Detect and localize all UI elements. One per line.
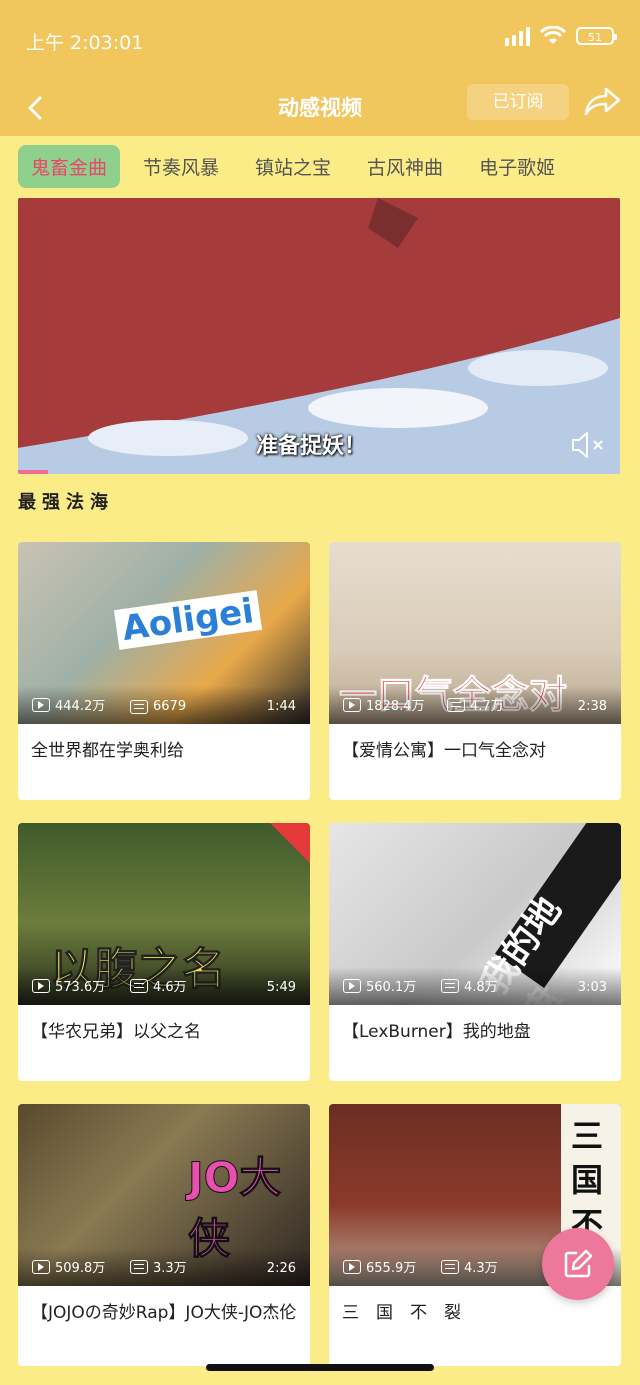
- danmaku-icon: [130, 1259, 148, 1274]
- mute-icon[interactable]: [570, 430, 606, 460]
- danmaku-count: 4.3万: [464, 1261, 498, 1276]
- video-thumbnail: JO大侠 509.8万 3.3万 2:26: [18, 1104, 310, 1286]
- video-duration: 5:49: [266, 980, 296, 995]
- corner-badge-icon: [270, 823, 310, 863]
- video-duration: 3:03: [577, 980, 607, 995]
- danmaku-icon: [447, 697, 465, 712]
- view-count: 1828.4万: [366, 699, 425, 714]
- thumbnail-meta: 444.2万 6679 1:44: [18, 686, 310, 724]
- signal-icon: [505, 26, 530, 46]
- thumbnail-meta: 573.6万 4.6万 5:49: [18, 967, 310, 1005]
- tab-ancient[interactable]: 古风神曲: [354, 145, 456, 188]
- hero-subtitle: 准备捉妖！: [256, 434, 367, 459]
- video-duration: 2:26: [266, 1261, 296, 1276]
- video-duration: 2:38: [577, 699, 607, 714]
- play-count-icon: [343, 697, 361, 712]
- home-indicator: [206, 1364, 434, 1371]
- status-icons: 51: [505, 26, 617, 46]
- video-title: 全世界都在学奥利给: [31, 741, 184, 761]
- danmaku-count: 4.7万: [470, 699, 504, 714]
- hero-video[interactable]: 准备捉妖！: [18, 198, 620, 474]
- video-title: 【LexBurner】我的地盘: [342, 1022, 531, 1042]
- danmaku-count: 4.6万: [153, 980, 187, 995]
- nav-bar: 动感视频 已订阅: [0, 80, 640, 136]
- play-count-icon: [32, 978, 50, 993]
- subscribe-button[interactable]: 已订阅: [467, 84, 569, 120]
- view-count: 655.9万: [366, 1261, 417, 1276]
- battery-icon: 51: [576, 27, 617, 45]
- play-count-icon: [343, 978, 361, 993]
- category-tabs: 鬼畜金曲 节奏风暴 镇站之宝 古风神曲 电子歌姬: [0, 136, 640, 196]
- video-duration: 1:44: [266, 699, 296, 714]
- edit-icon: [564, 1249, 593, 1278]
- view-count: 444.2万: [55, 699, 106, 714]
- play-count-icon: [343, 1259, 361, 1274]
- view-count: 509.8万: [55, 1261, 106, 1276]
- video-thumbnail: 我的地盘 560.1万 4.8万 3:03: [329, 823, 621, 1005]
- video-title: 【华农兄弟】以父之名: [31, 1022, 201, 1042]
- danmaku-count: 3.3万: [153, 1261, 187, 1276]
- danmaku-icon: [441, 978, 459, 993]
- thumbnail-meta: 509.8万 3.3万 2:26: [18, 1248, 310, 1286]
- wifi-icon: [540, 26, 566, 46]
- hero-progress-bar: [18, 470, 49, 474]
- status-bar: 上午 2:03:01 51: [0, 0, 640, 80]
- tab-vocaloid[interactable]: 电子歌姬: [466, 145, 568, 188]
- video-card[interactable]: JO大侠 509.8万 3.3万 2:26 【JOJOの奇妙Rap】JO大侠-J…: [18, 1104, 310, 1366]
- danmaku-icon: [441, 1259, 459, 1274]
- view-count: 560.1万: [366, 980, 417, 995]
- compose-button[interactable]: [542, 1228, 614, 1300]
- video-card[interactable]: 以腹之名 573.6万 4.6万 5:49 【华农兄弟】以父之名: [18, 823, 310, 1081]
- danmaku-icon: [130, 978, 148, 993]
- status-time: 上午 2:03:01: [26, 32, 144, 54]
- thumbnail-art-text: Aoligei: [113, 590, 263, 650]
- video-card[interactable]: 我的地盘 560.1万 4.8万 3:03 【LexBurner】我的地盘: [329, 823, 621, 1081]
- tab-rhythm[interactable]: 节奏风暴: [130, 145, 232, 188]
- video-thumbnail: 以腹之名 573.6万 4.6万 5:49: [18, 823, 310, 1005]
- video-title: 【爱情公寓】一口气全念对: [342, 741, 546, 761]
- video-thumbnail: Aoligei 444.2万 6679 1:44: [18, 542, 310, 724]
- play-count-icon: [32, 697, 50, 712]
- danmaku-count: 4.8万: [464, 980, 498, 995]
- hero-caption: 最强法海: [18, 492, 114, 513]
- tab-treasure[interactable]: 镇站之宝: [242, 145, 344, 188]
- danmaku-icon: [130, 699, 148, 714]
- tab-guichu[interactable]: 鬼畜金曲: [18, 144, 121, 188]
- share-icon[interactable]: [584, 86, 622, 116]
- video-card[interactable]: Aoligei 444.2万 6679 1:44 全世界都在学奥利给: [18, 542, 310, 800]
- play-count-icon: [32, 1259, 50, 1274]
- thumbnail-meta: 560.1万 4.8万 3:03: [329, 967, 621, 1005]
- video-title: 【JOJOの奇妙Rap】JO大侠-JO杰伦: [31, 1303, 297, 1323]
- thumbnail-art-text: 三国不: [571, 1117, 604, 1243]
- video-card[interactable]: 一口气全念对 1828.4万 4.7万 2:38 【爱情公寓】一口气全念对: [329, 542, 621, 800]
- thumbnail-meta: 1828.4万 4.7万 2:38: [329, 686, 621, 724]
- danmaku-count: 6679: [153, 699, 187, 714]
- video-title: 三 国 不 裂: [342, 1303, 461, 1323]
- video-thumbnail: 一口气全念对 1828.4万 4.7万 2:38: [329, 542, 621, 724]
- view-count: 573.6万: [55, 980, 106, 995]
